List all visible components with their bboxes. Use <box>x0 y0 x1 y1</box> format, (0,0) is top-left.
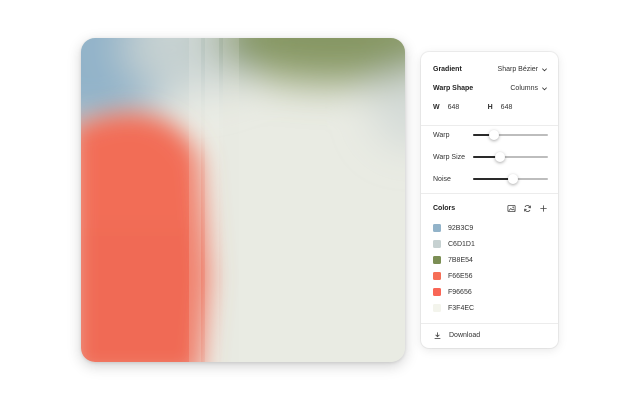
noise-slider[interactable] <box>473 174 548 184</box>
warp-size-slider[interactable] <box>473 152 548 162</box>
color-swatch[interactable] <box>433 240 441 248</box>
color-swatch[interactable] <box>433 304 441 312</box>
color-hex[interactable]: F96656 <box>448 289 472 296</box>
refresh-icon[interactable] <box>522 203 532 213</box>
color-swatch[interactable] <box>433 272 441 280</box>
warp-slider-thumb[interactable] <box>489 130 499 140</box>
noise-slider-row: Noise <box>433 173 548 185</box>
color-item[interactable]: F66E56 <box>433 271 473 281</box>
gradient-value: Sharp Bézier <box>497 65 538 73</box>
download-icon <box>434 332 441 339</box>
color-swatch[interactable] <box>433 288 441 296</box>
warp-label: Warp <box>433 131 450 139</box>
warp-size-label: Warp Size <box>433 153 466 161</box>
height-input[interactable]: 648 <box>501 104 541 111</box>
color-hex[interactable]: 92B3C9 <box>448 225 473 232</box>
warp-shape-value: Columns <box>510 84 538 92</box>
gradient-row: Gradient Sharp Bézier <box>433 63 548 75</box>
colors-header: Colors <box>433 202 548 214</box>
color-swatch[interactable] <box>433 256 441 264</box>
divider <box>421 323 558 324</box>
image-icon[interactable] <box>506 203 516 213</box>
color-item[interactable]: 92B3C9 <box>433 223 473 233</box>
color-item[interactable]: 7B8E54 <box>433 255 473 265</box>
download-label: Download <box>449 332 481 339</box>
gradient-preview <box>81 38 405 362</box>
settings-panel: Gradient Sharp Bézier Warp Shape Columns… <box>421 52 558 348</box>
noise-label: Noise <box>433 175 451 183</box>
warp-shape-row: Warp Shape Columns <box>433 82 548 94</box>
dimensions-row: W 648 H 648 <box>433 104 541 111</box>
download-button[interactable]: Download <box>433 331 480 340</box>
warp-shape-label: Warp Shape <box>433 84 474 92</box>
width-label: W <box>433 104 440 111</box>
chevron-down-icon <box>542 86 547 90</box>
colors-label: Colors <box>433 204 456 212</box>
warp-slider-row: Warp <box>433 129 548 141</box>
noise-slider-thumb[interactable] <box>507 174 518 184</box>
warp-size-slider-row: Warp Size <box>433 151 548 163</box>
height-label: H <box>487 104 493 111</box>
color-item[interactable]: C6D1D1 <box>433 239 475 249</box>
warp-size-slider-thumb[interactable] <box>495 152 505 162</box>
chevron-down-icon <box>542 67 547 71</box>
color-hex[interactable]: F66E56 <box>448 273 473 280</box>
noise-slider-fill <box>473 178 513 180</box>
color-item[interactable]: F3F4EC <box>433 303 474 313</box>
color-swatch[interactable] <box>433 224 441 232</box>
color-hex[interactable]: C6D1D1 <box>448 241 475 248</box>
color-hex[interactable]: F3F4EC <box>448 305 474 312</box>
warp-shape-dropdown[interactable]: Columns <box>510 85 548 92</box>
gradient-label: Gradient <box>433 65 462 73</box>
width-input[interactable]: 648 <box>448 104 488 111</box>
colors-actions <box>506 203 548 213</box>
color-item[interactable]: F96656 <box>433 287 472 297</box>
warp-slider[interactable] <box>473 130 548 140</box>
divider <box>421 125 558 126</box>
add-icon[interactable] <box>538 203 548 213</box>
gradient-canvas[interactable] <box>81 38 405 362</box>
color-hex[interactable]: 7B8E54 <box>448 257 473 264</box>
gradient-dropdown[interactable]: Sharp Bézier <box>498 66 548 73</box>
divider <box>421 193 558 194</box>
